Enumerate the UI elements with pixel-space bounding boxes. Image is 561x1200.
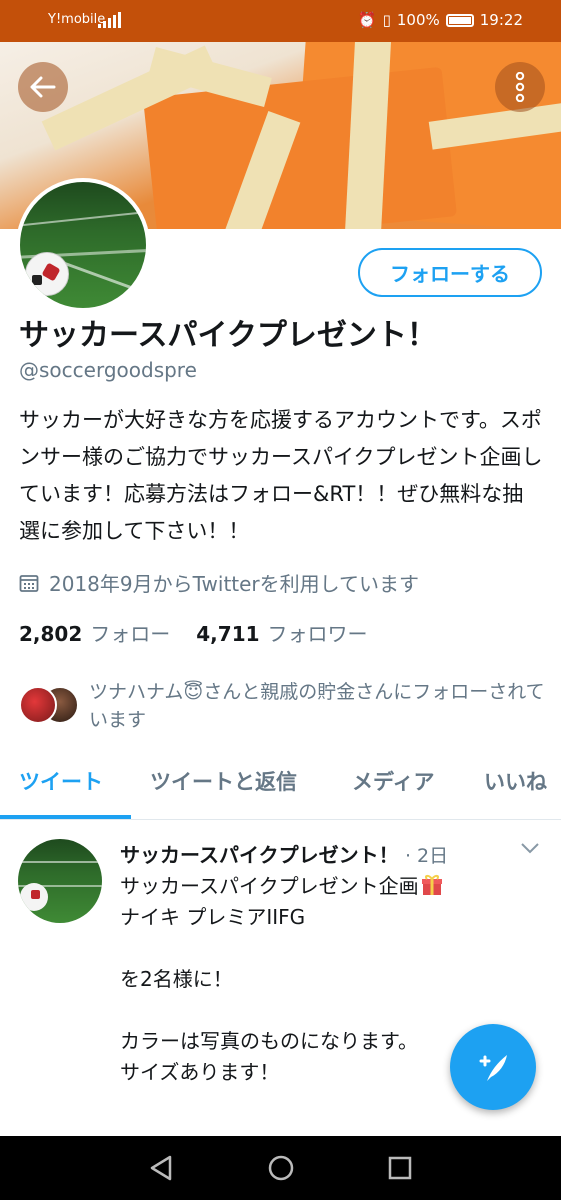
profile-name: サッカースパイクプレゼント！ — [19, 318, 437, 353]
calendar-icon — [19, 574, 39, 592]
nav-home-icon[interactable] — [267, 1154, 295, 1182]
vibrate-icon: ▯ — [382, 11, 391, 29]
tweet-time: · 2日 — [404, 845, 449, 867]
compose-tweet-icon[interactable] — [450, 1024, 536, 1110]
tweet-text-rest: ナイキ プレミアIIFG を2名様に！ カラーは写真のものになります。 サイズあ… — [120, 905, 418, 1084]
tweet-text-line1: サッカースパイクプレゼント企画 — [120, 874, 419, 898]
joined-date: 2018年9月からTwitterを利用しています — [19, 568, 419, 597]
back-arrow-icon[interactable] — [18, 62, 68, 112]
known-follower-avatar — [19, 686, 57, 724]
follow-counts: 2,802 フォロー 4,711 フォロワー — [19, 618, 368, 647]
following-label: フォロー — [90, 622, 171, 646]
joined-text: 2018年9月からTwitterを利用しています — [49, 572, 420, 596]
profile-bio: サッカーが大好きな方を応援するアカウントです。スポンサー様のご協力でサッカースパ… — [19, 408, 543, 543]
alarm-icon: ⏰ — [357, 11, 377, 29]
followers-count: 4,711 — [196, 622, 260, 646]
tweet-header: サッカースパイクプレゼント！ · 2日 — [120, 839, 448, 868]
chevron-down-icon[interactable] — [520, 841, 540, 855]
followers-label: フォロワー — [267, 622, 368, 646]
tab-tweets[interactable]: ツイート — [19, 766, 103, 796]
following-count: 2,802 — [19, 622, 83, 646]
known-followers[interactable]: ツナハナム😇さんと親戚の貯金さんにフォローされています — [19, 678, 545, 738]
profile-avatar[interactable] — [16, 178, 150, 312]
gift-icon — [421, 875, 442, 895]
nav-back-icon[interactable] — [148, 1154, 174, 1182]
known-followers-text: ツナハナム😇さんと親戚の貯金さんにフォローされています — [89, 681, 545, 731]
status-bar: Y!mobile ⏰ ▯ 100% 19:22 — [0, 0, 561, 42]
signal-icon — [98, 12, 121, 28]
following-link[interactable]: 2,802 フォロー — [19, 618, 170, 647]
active-tab-indicator — [0, 815, 131, 819]
carrier-name: Y!mobile — [48, 12, 106, 27]
profile-handle: @soccergoodspre — [19, 358, 197, 382]
tab-tweets-replies[interactable]: ツイートと返信 — [150, 766, 297, 796]
battery-percent: 100% — [396, 11, 440, 29]
tab-media[interactable]: メディア — [352, 766, 435, 796]
tweet-author: サッカースパイクプレゼント！ — [120, 843, 399, 867]
battery-icon — [445, 13, 474, 27]
system-nav-bar — [0, 1136, 561, 1200]
nav-recents-icon[interactable] — [388, 1156, 412, 1180]
profile-tabs: ツイート ツイートと返信 メディア いいね — [0, 748, 561, 820]
tab-likes[interactable]: いいね — [484, 766, 547, 796]
more-options-icon[interactable] — [495, 62, 545, 112]
follow-button[interactable]: フォローする — [358, 248, 542, 297]
tweet-avatar[interactable] — [18, 839, 102, 923]
clock: 19:22 — [479, 11, 523, 29]
followers-link[interactable]: 4,711 フォロワー — [196, 618, 367, 647]
